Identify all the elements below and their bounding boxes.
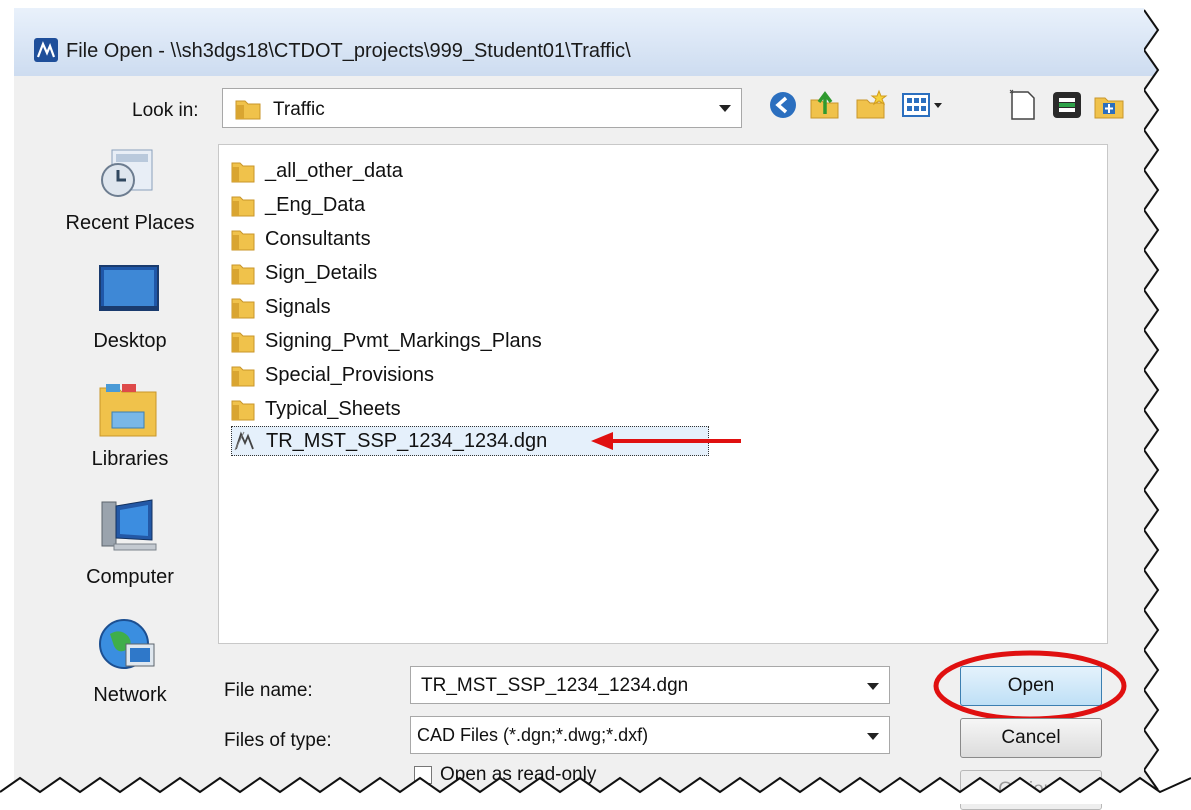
place-desktop[interactable]: Desktop: [50, 262, 210, 372]
dialog-body: Look in: Traffic Recent Places Desktop L…: [14, 76, 1164, 810]
place-libraries[interactable]: Libraries: [50, 380, 210, 490]
red-arrow-annotation: [591, 432, 741, 450]
folder-icon: [231, 230, 255, 251]
up-folder-icon[interactable]: [808, 88, 842, 122]
folder-icon: [231, 400, 255, 421]
file-name-label: File name:: [224, 680, 313, 701]
list-item[interactable]: Sign_Details: [231, 259, 751, 289]
file-name: Special_Provisions: [265, 364, 434, 386]
folder-icon: [231, 196, 255, 217]
view-menu-icon[interactable]: [900, 88, 948, 122]
file-name: TR_MST_SSP_1234_1234.dgn: [266, 430, 548, 452]
chevron-down-icon[interactable]: [719, 105, 731, 112]
torn-edge-right: [1144, 0, 1191, 804]
bentley-icon[interactable]: [1050, 88, 1084, 122]
file-name: Typical_Sheets: [265, 398, 401, 420]
back-icon[interactable]: [766, 88, 800, 122]
chevron-down-icon[interactable]: [867, 733, 879, 740]
list-item[interactable]: Consultants: [231, 225, 751, 255]
new-file-icon[interactable]: [1006, 88, 1040, 122]
list-item[interactable]: Signing_Pvmt_Markings_Plans: [231, 327, 751, 357]
folder-icon: [235, 100, 261, 120]
list-item[interactable]: _all_other_data: [231, 157, 751, 187]
file-name: _Eng_Data: [265, 194, 366, 216]
title-bar: File Open - \\sh3dgs18\CTDOT_projects\99…: [14, 8, 1164, 77]
computer-icon: [101, 499, 157, 551]
folder-icon: [231, 264, 255, 285]
places-bar: Recent Places Desktop Libraries Computer…: [50, 144, 210, 744]
file-name: Signals: [265, 296, 331, 318]
folder-icon: [231, 162, 255, 183]
red-circle-annotation: [933, 650, 1127, 722]
desktop-icon: [99, 265, 159, 311]
file-name: Signing_Pvmt_Markings_Plans: [265, 330, 542, 352]
window-title: File Open - \\sh3dgs18\CTDOT_projects\99…: [66, 40, 631, 62]
chevron-down-icon[interactable]: [867, 683, 879, 690]
place-network[interactable]: Network: [50, 616, 210, 726]
files-of-type-label: Files of type:: [224, 730, 332, 751]
file-name: Consultants: [265, 228, 371, 250]
look-in-label: Look in:: [132, 100, 199, 121]
folder-icon: [231, 366, 255, 387]
list-item[interactable]: Special_Provisions: [231, 361, 751, 391]
place-label: Computer: [86, 566, 174, 588]
place-label: Recent Places: [65, 212, 195, 234]
file-open-dialog: File Open - \\sh3dgs18\CTDOT_projects\99…: [14, 8, 1164, 810]
file-name-field[interactable]: TR_MST_SSP_1234_1234.dgn: [410, 666, 890, 704]
file-name: _all_other_data: [265, 160, 403, 182]
microstation-icon: [34, 38, 58, 62]
torn-edge-bottom: [0, 776, 1191, 804]
list-item[interactable]: _Eng_Data: [231, 191, 751, 221]
dgn-file-icon: [234, 431, 254, 451]
list-item[interactable]: Typical_Sheets: [231, 395, 751, 425]
place-label: Libraries: [91, 448, 169, 470]
workset-icon[interactable]: [1092, 88, 1126, 122]
list-item[interactable]: Signals: [231, 293, 751, 323]
place-label: Desktop: [93, 330, 167, 352]
look-in-combo[interactable]: Traffic: [222, 88, 742, 128]
file-name-value: TR_MST_SSP_1234_1234.dgn: [421, 675, 689, 696]
file-list[interactable]: _all_other_data _Eng_Data Consultants Si…: [218, 144, 1108, 644]
files-of-type-value: CAD Files (*.dgn;*.dwg;*.dxf): [417, 725, 649, 745]
folder-icon: [231, 298, 255, 319]
libraries-icon: [99, 384, 157, 437]
recent-places-icon: [101, 149, 153, 197]
network-icon: [99, 619, 155, 669]
place-label: Network: [93, 684, 167, 706]
cancel-button[interactable]: Cancel: [960, 718, 1102, 758]
place-recent-places[interactable]: Recent Places: [50, 144, 210, 254]
place-computer[interactable]: Computer: [50, 498, 210, 608]
look-in-value: Traffic: [273, 99, 325, 120]
file-name: Sign_Details: [265, 262, 378, 284]
files-of-type-select[interactable]: CAD Files (*.dgn;*.dwg;*.dxf): [410, 716, 890, 754]
new-folder-icon[interactable]: [854, 88, 888, 122]
folder-icon: [231, 332, 255, 353]
